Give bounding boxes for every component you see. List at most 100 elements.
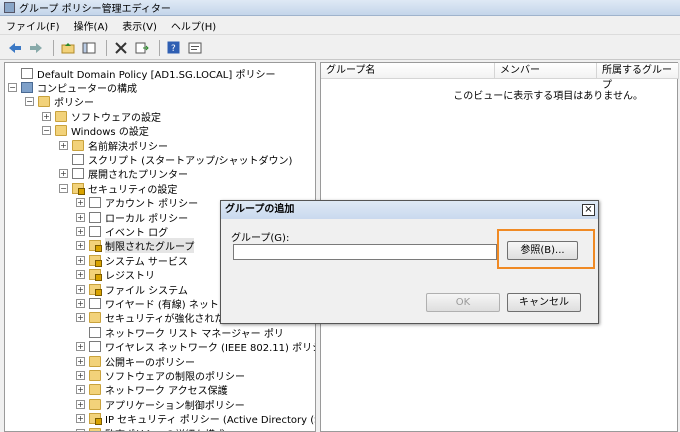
tree-node-label: セキュリティが強化された W (105, 314, 238, 326)
expand-icon[interactable]: + (76, 313, 85, 323)
show-hide-tree-icon[interactable] (80, 39, 97, 56)
tree-node-label: Default Domain Policy [AD1.SG.LOCAL] ポリシ… (37, 69, 276, 81)
tree-node[interactable]: + アプリケーション制御ポリシー (76, 397, 245, 412)
gpo-editor-window: グループ ポリシー管理エディター ファイル(F) 操作(A) 表示(V) ヘルプ… (0, 0, 680, 432)
back-icon[interactable] (6, 39, 23, 56)
collapse-icon[interactable]: − (8, 82, 17, 92)
export-list-icon[interactable] (133, 39, 150, 56)
expand-icon[interactable]: + (76, 298, 85, 308)
tree-node[interactable]: + 名前解決ポリシー (59, 138, 168, 153)
doc-icon (89, 197, 101, 209)
doc-icon (89, 211, 101, 223)
tree-node[interactable]: スクリプト (スタートアップ/シャットダウン) (59, 152, 292, 167)
doc-icon (89, 326, 101, 338)
expand-icon[interactable]: + (76, 198, 85, 208)
collapse-icon[interactable]: − (42, 126, 51, 136)
expand-icon[interactable]: + (42, 111, 51, 121)
expand-icon[interactable]: + (76, 414, 85, 424)
expand-icon[interactable]: + (76, 212, 85, 222)
forward-icon[interactable] (27, 39, 44, 56)
cancel-button[interactable]: キャンセル (507, 293, 581, 312)
expand-icon[interactable]: + (76, 385, 85, 395)
expand-icon[interactable]: + (76, 270, 85, 280)
folder-icon (55, 125, 67, 137)
expand-icon[interactable]: + (76, 399, 85, 409)
menu-bar: ファイル(F) 操作(A) 表示(V) ヘルプ(H) (0, 17, 680, 35)
tree-node-label: セキュリティの設定 (88, 184, 178, 196)
column-group-name[interactable]: グループ名 (321, 63, 495, 79)
folder-icon (89, 384, 101, 396)
group-input[interactable] (233, 244, 497, 260)
help-icon[interactable]: ? (165, 39, 182, 56)
tree-node[interactable]: + 公開キーのポリシー (76, 354, 195, 369)
tree-node[interactable]: + ネットワーク アクセス保護 (76, 383, 228, 397)
expand-icon[interactable]: + (76, 255, 85, 265)
delete-icon[interactable] (112, 39, 129, 56)
tree-node[interactable]: + 監査ポリシーの詳細な構成 (76, 426, 225, 431)
folder-icon (89, 427, 101, 431)
menu-action[interactable]: 操作(A) (74, 18, 109, 33)
tree-node[interactable]: + ファイル システム (76, 282, 188, 297)
lock-icon (89, 413, 102, 426)
tree-node[interactable]: + 展開されたプリンター (59, 167, 188, 181)
close-icon[interactable]: × (582, 204, 595, 216)
window-title: グループ ポリシー管理エディター (19, 4, 171, 15)
expand-icon[interactable]: + (76, 226, 85, 236)
menu-file[interactable]: ファイル(F) (6, 18, 60, 33)
collapse-icon[interactable]: − (25, 97, 34, 107)
svg-text:?: ? (171, 44, 176, 54)
tree-node-label: IP セキュリティ ポリシー (Active Directory (SC (105, 415, 316, 427)
tree-node-label: ポリシー (54, 98, 94, 110)
expand-icon[interactable]: + (76, 370, 85, 380)
tree-node[interactable]: + ソフトウェアの設定 (42, 109, 161, 124)
menu-view[interactable]: 表示(V) (122, 18, 157, 33)
tree-node-label: コンピューターの構成 (37, 83, 137, 95)
tree-node[interactable]: − Windows の設定 (42, 124, 149, 138)
doc-icon (89, 297, 101, 309)
column-member-of[interactable]: 所属するグループ (597, 63, 679, 91)
tree-node[interactable]: − ポリシー (25, 95, 94, 109)
tree-node-label: システム サービス (105, 256, 188, 268)
expand-icon[interactable]: + (76, 342, 85, 352)
ok-button[interactable]: OK (426, 293, 500, 312)
tree-node[interactable]: + ワイヤレス ネットワーク (IEEE 802.11) ポリシー (76, 340, 315, 354)
tree-node[interactable]: − コンピューターの構成 (8, 80, 137, 95)
tree-node-label: ソフトウェアの設定 (71, 112, 161, 124)
tree-node[interactable]: + システム サービス (76, 253, 188, 268)
tree-node[interactable]: + ソフトウェアの制限のポリシー (76, 368, 245, 383)
expand-icon[interactable]: + (59, 169, 68, 179)
dialog-title: グループの追加 (221, 201, 598, 219)
lock-icon (89, 269, 102, 282)
tree-node[interactable]: + セキュリティが強化された W (76, 311, 237, 325)
tree-node-label: アプリケーション制御ポリシー (105, 400, 245, 412)
tree-node[interactable]: − セキュリティの設定 (59, 181, 178, 196)
folder-icon (38, 96, 50, 108)
tree-node-label: Windows の設定 (71, 127, 149, 139)
title-bar: グループ ポリシー管理エディター (0, 0, 680, 16)
folder-icon (89, 312, 101, 324)
expand-icon[interactable]: + (76, 356, 85, 366)
tree-node[interactable]: + IP セキュリティ ポリシー (Active Directory (SC (76, 412, 316, 427)
properties-icon[interactable] (186, 39, 203, 56)
expand-icon[interactable]: + (76, 241, 85, 251)
folder-icon (89, 355, 101, 367)
tree-node[interactable]: + イベント ログ (76, 224, 168, 239)
expand-icon[interactable]: + (59, 140, 68, 150)
tree-node[interactable]: + 制限されたグループ (76, 238, 195, 254)
expand-icon[interactable]: + (76, 428, 85, 431)
tree-node[interactable]: + レジストリ (76, 268, 155, 282)
column-members[interactable]: メンバー (495, 63, 597, 79)
menu-help[interactable]: ヘルプ(H) (171, 18, 216, 33)
doc-icon (89, 341, 101, 353)
empty-list-message: このビューに表示する項目はありません。 (453, 91, 643, 102)
tree-node[interactable]: ネットワーク リスト マネージャー ポリ (76, 325, 284, 340)
tree-node[interactable]: Default Domain Policy [AD1.SG.LOCAL] ポリシ… (8, 66, 276, 81)
toolbar: ? (0, 36, 680, 60)
toolbar-separator (159, 39, 160, 56)
expand-icon[interactable]: + (76, 284, 85, 294)
up-folder-icon[interactable] (59, 39, 76, 56)
doc-icon (89, 225, 101, 237)
tree-node[interactable]: + ローカル ポリシー (76, 210, 188, 225)
tree-node[interactable]: + アカウント ポリシー (76, 196, 198, 210)
collapse-icon[interactable]: − (59, 183, 68, 193)
